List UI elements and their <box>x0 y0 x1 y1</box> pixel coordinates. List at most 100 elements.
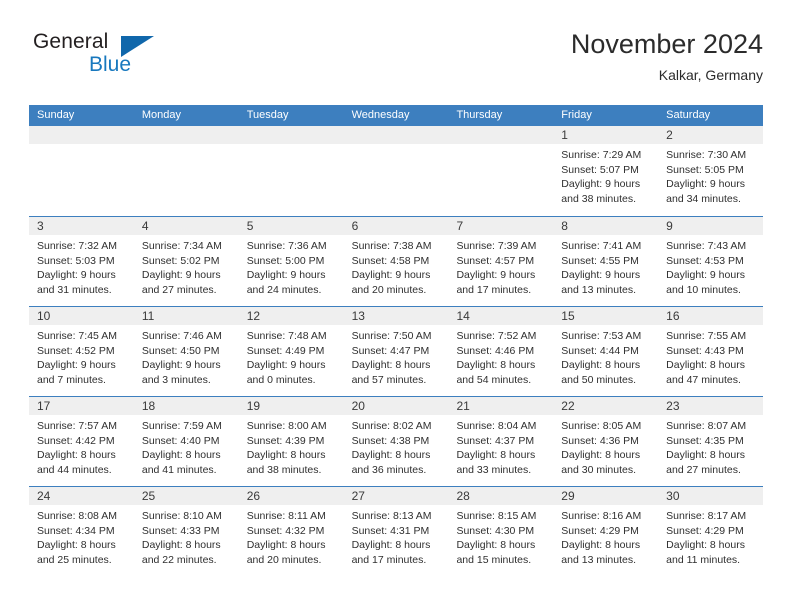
daylight-text-line1: Daylight: 9 hours <box>37 269 116 282</box>
day-number-band: 14 <box>448 307 554 325</box>
calendar-day-cell[interactable]: 10 Sunrise: 7:45 AM Sunset: 4:52 PM Dayligh… <box>29 307 134 396</box>
calendar-day-cell[interactable]: 25 Sunrise: 8:10 AM Sunset: 4:33 PM Dayligh… <box>133 487 239 576</box>
daylight-text-line2: and 44 minutes. <box>37 463 112 476</box>
day-number-band: 10 <box>29 307 134 325</box>
sunrise-text: Sunrise: 7:30 AM <box>666 149 747 161</box>
day-number-band <box>133 126 239 144</box>
day-number-band: 19 <box>238 397 344 415</box>
sunset-text: Sunset: 4:35 PM <box>666 434 744 447</box>
calendar-page: General Blue November 2024 Kalkar, Germa… <box>0 0 792 612</box>
day-details: Sunrise: 7:46 AM Sunset: 4:50 PM Daylight:… <box>134 325 239 387</box>
day-details: Sunrise: 8:07 AM Sunset: 4:35 PM Daylight:… <box>658 415 763 477</box>
calendar-day-cell[interactable]: 7 Sunrise: 7:39 AM Sunset: 4:57 PM Daylight… <box>448 217 554 306</box>
sunrise-text: Sunrise: 8:07 AM <box>666 420 747 432</box>
calendar-day-cell[interactable]: 21 Sunrise: 8:04 AM Sunset: 4:37 PM Dayligh… <box>448 397 554 486</box>
calendar-day-cell[interactable]: 8 Sunrise: 7:41 AM Sunset: 4:55 PM Daylight… <box>553 217 659 306</box>
calendar-day-cell[interactable]: 17 Sunrise: 7:57 AM Sunset: 4:42 PM Dayligh… <box>29 397 134 486</box>
sunrise-text: Sunrise: 8:17 AM <box>666 510 747 522</box>
calendar-day-cell[interactable]: 19 Sunrise: 8:00 AM Sunset: 4:39 PM Dayligh… <box>238 397 344 486</box>
calendar-day-cell[interactable]: 20 Sunrise: 8:02 AM Sunset: 4:38 PM Dayligh… <box>343 397 449 486</box>
calendar-day-cell[interactable]: 9 Sunrise: 7:43 AM Sunset: 4:53 PM Daylight… <box>658 217 764 306</box>
day-number: 29 <box>561 489 575 503</box>
day-number-band: 21 <box>448 397 554 415</box>
day-number: 17 <box>37 399 51 413</box>
sunset-text: Sunset: 4:46 PM <box>456 344 535 357</box>
daylight-text-line1: Daylight: 8 hours <box>561 539 641 552</box>
calendar-day-cell[interactable]: 24 Sunrise: 8:08 AM Sunset: 4:34 PM Dayligh… <box>29 487 134 576</box>
calendar-day-cell[interactable]: 5 Sunrise: 7:36 AM Sunset: 5:00 PM Daylight… <box>238 217 344 306</box>
calendar-day-cell[interactable]: 28 Sunrise: 8:15 AM Sunset: 4:30 PM Dayligh… <box>448 487 554 576</box>
sunrise-text: Sunrise: 8:05 AM <box>561 420 642 432</box>
daylight-text-line2: and 3 minutes. <box>141 373 211 386</box>
brand-logo[interactable]: General Blue <box>29 30 169 86</box>
sunrise-text: Sunrise: 7:48 AM <box>246 330 327 342</box>
daylight-text-line2: and 20 minutes. <box>351 283 427 296</box>
sunrise-text: Sunrise: 7:39 AM <box>456 240 537 252</box>
calendar-week-row: 17 Sunrise: 7:57 AM Sunset: 4:42 PM Dayligh… <box>29 396 764 486</box>
day-number: 26 <box>246 489 261 503</box>
daylight-text-line2: and 34 minutes. <box>666 192 741 205</box>
day-details: Sunrise: 7:29 AM Sunset: 5:07 PM Daylight:… <box>553 144 658 206</box>
day-details: Sunrise: 8:16 AM Sunset: 4:29 PM Daylight:… <box>553 505 658 567</box>
day-details: Sunrise: 8:10 AM Sunset: 4:33 PM Daylight:… <box>134 505 239 567</box>
day-number: 27 <box>351 489 365 503</box>
day-details: Sunrise: 7:50 AM Sunset: 4:47 PM Daylight:… <box>344 325 449 387</box>
daylight-text-line1: Daylight: 9 hours <box>246 269 326 282</box>
calendar-day-cell[interactable]: 27 Sunrise: 8:13 AM Sunset: 4:31 PM Dayligh… <box>343 487 449 576</box>
calendar-day-cell[interactable]: 2 Sunrise: 7:30 AM Sunset: 5:05 PM Daylight… <box>658 126 764 216</box>
sunset-text: Sunset: 4:47 PM <box>351 344 430 357</box>
sunrise-text: Sunrise: 7:52 AM <box>456 330 537 342</box>
day-number-band: 7 <box>448 217 554 235</box>
sunset-text: Sunset: 4:39 PM <box>246 434 325 447</box>
sunset-text: Sunset: 4:32 PM <box>246 524 325 537</box>
sunrise-text: Sunrise: 7:29 AM <box>561 149 642 161</box>
calendar-day-cell[interactable]: 29 Sunrise: 8:16 AM Sunset: 4:29 PM Dayligh… <box>553 487 659 576</box>
day-number: 3 <box>37 219 44 233</box>
day-number: 19 <box>246 399 261 413</box>
daylight-text-line2: and 13 minutes. <box>561 553 637 566</box>
calendar-day-cell[interactable]: 11 Sunrise: 7:46 AM Sunset: 4:50 PM Dayligh… <box>133 307 239 396</box>
day-number-band: 9 <box>658 217 764 235</box>
calendar-day-cell[interactable]: 18 Sunrise: 7:59 AM Sunset: 4:40 PM Dayligh… <box>133 397 239 486</box>
calendar-day-cell[interactable]: 14 Sunrise: 7:52 AM Sunset: 4:46 PM Dayligh… <box>448 307 554 396</box>
sunset-text: Sunset: 5:00 PM <box>246 254 325 267</box>
day-number-band: 26 <box>238 487 344 505</box>
daylight-text-line1: Daylight: 8 hours <box>351 449 431 462</box>
daylight-text-line1: Daylight: 9 hours <box>561 178 641 191</box>
weekday-header-saturday: Saturday <box>666 109 711 121</box>
daylight-text-line1: Daylight: 8 hours <box>666 539 745 552</box>
day-number-band: 23 <box>658 397 764 415</box>
calendar-day-cell[interactable]: 16 Sunrise: 7:55 AM Sunset: 4:43 PM Dayligh… <box>658 307 764 396</box>
calendar-cell-empty <box>343 126 449 216</box>
day-details: Sunrise: 8:17 AM Sunset: 4:29 PM Daylight:… <box>658 505 763 567</box>
day-details: Sunrise: 7:45 AM Sunset: 4:52 PM Daylight:… <box>29 325 134 387</box>
day-details: Sunrise: 7:32 AM Sunset: 5:03 PM Daylight:… <box>29 235 134 297</box>
day-number-band: 16 <box>658 307 764 325</box>
day-number: 24 <box>37 489 51 503</box>
calendar-cell-empty <box>133 126 239 216</box>
calendar-day-cell[interactable]: 22 Sunrise: 8:05 AM Sunset: 4:36 PM Dayligh… <box>553 397 659 486</box>
daylight-text-line2: and 13 minutes. <box>561 283 637 296</box>
sunrise-text: Sunrise: 7:50 AM <box>351 330 432 342</box>
calendar-day-cell[interactable]: 6 Sunrise: 7:38 AM Sunset: 4:58 PM Daylight… <box>343 217 449 306</box>
calendar-day-cell[interactable]: 3 Sunrise: 7:32 AM Sunset: 5:03 PM Daylight… <box>29 217 134 306</box>
sunset-text: Sunset: 4:31 PM <box>351 524 430 537</box>
daylight-text-line2: and 0 minutes. <box>246 373 316 386</box>
calendar-day-cell[interactable]: 26 Sunrise: 8:11 AM Sunset: 4:32 PM Dayligh… <box>238 487 344 576</box>
day-number: 10 <box>37 309 51 323</box>
day-number-band <box>343 126 449 144</box>
daylight-text-line1: Daylight: 8 hours <box>666 449 745 462</box>
calendar-day-cell[interactable]: 4 Sunrise: 7:34 AM Sunset: 5:02 PM Daylight… <box>133 217 239 306</box>
daylight-text-line1: Daylight: 8 hours <box>141 539 221 552</box>
calendar-day-cell[interactable]: 30 Sunrise: 8:17 AM Sunset: 4:29 PM Dayligh… <box>658 487 764 576</box>
calendar-day-cell[interactable]: 1 Sunrise: 7:29 AM Sunset: 5:07 PM Daylight… <box>553 126 659 216</box>
sunrise-text: Sunrise: 7:34 AM <box>141 240 222 252</box>
calendar-day-cell[interactable]: 15 Sunrise: 7:53 AM Sunset: 4:44 PM Dayligh… <box>553 307 659 396</box>
daylight-text-line1: Daylight: 8 hours <box>37 539 116 552</box>
calendar-day-cell[interactable]: 23 Sunrise: 8:07 AM Sunset: 4:35 PM Dayligh… <box>658 397 764 486</box>
day-details: Sunrise: 8:13 AM Sunset: 4:31 PM Daylight:… <box>344 505 449 567</box>
day-number: 8 <box>561 219 568 233</box>
calendar-day-cell[interactable]: 13 Sunrise: 7:50 AM Sunset: 4:47 PM Dayligh… <box>343 307 449 396</box>
calendar-day-cell[interactable]: 12 Sunrise: 7:48 AM Sunset: 4:49 PM Dayligh… <box>238 307 344 396</box>
daylight-text-line1: Daylight: 8 hours <box>456 449 536 462</box>
